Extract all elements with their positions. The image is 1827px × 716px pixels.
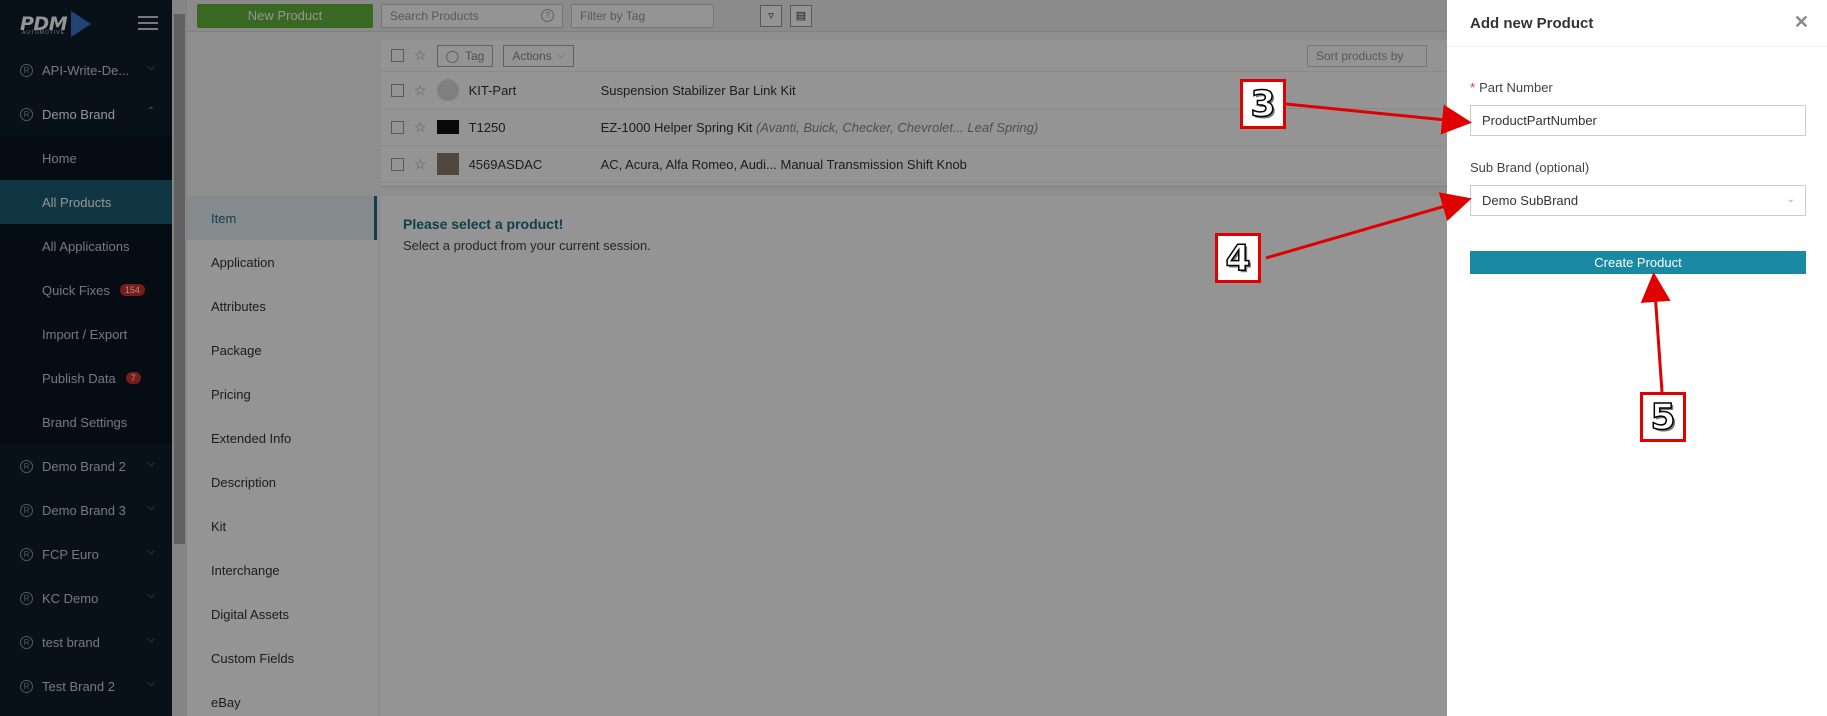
required-marker: * <box>1470 80 1476 95</box>
chevron-down-icon: ⌄ <box>1786 194 1795 205</box>
part-number-label: * Part Number <box>1470 80 1553 95</box>
sub-brand-value: Demo SubBrand <box>1482 193 1579 208</box>
part-number-label-text: Part Number <box>1479 80 1553 95</box>
close-icon[interactable]: ✕ <box>1794 12 1809 33</box>
modal-overlay[interactable] <box>0 0 1447 716</box>
annotation-step-5: 5 <box>1640 392 1686 442</box>
sub-brand-select[interactable]: Demo SubBrand ⌄ <box>1470 185 1806 216</box>
drawer-header: Add new Product ✕ <box>1447 0 1827 47</box>
create-product-button[interactable]: Create Product <box>1470 251 1806 274</box>
drawer-title: Add new Product <box>1470 14 1594 32</box>
part-number-field[interactable]: ProductPartNumber <box>1470 105 1806 136</box>
add-product-drawer: Add new Product ✕ * Part Number ProductPa… <box>1447 0 1827 716</box>
annotation-step-4: 4 <box>1215 233 1261 283</box>
annotation-step-3: 3 <box>1240 79 1286 129</box>
sub-brand-label: Sub Brand (optional) <box>1470 160 1590 175</box>
